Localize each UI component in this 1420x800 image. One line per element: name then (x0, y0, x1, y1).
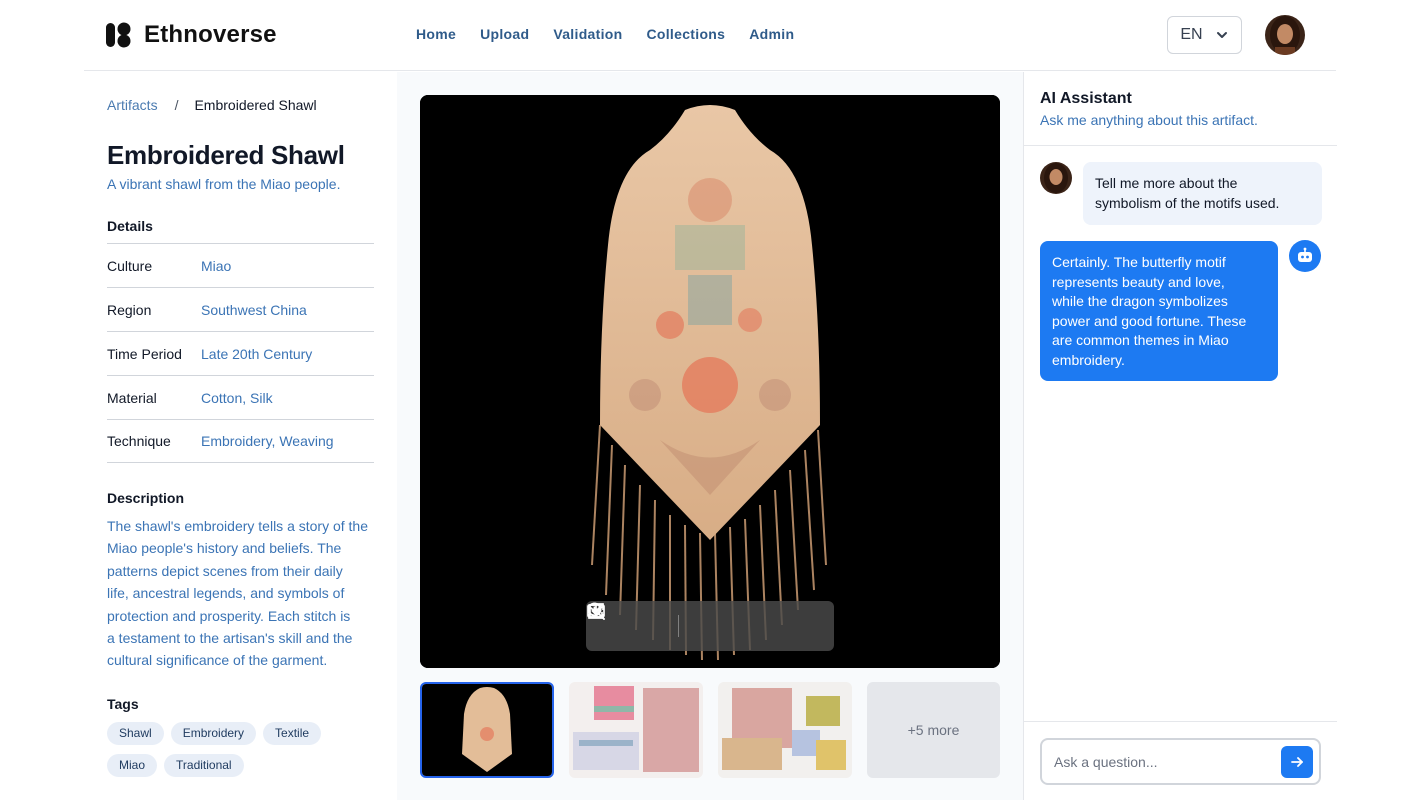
toolbar-divider (678, 615, 679, 637)
detail-label: Region (107, 301, 152, 318)
description-line: protection and prosperity. Each stitch i… (107, 607, 351, 624)
message-line: power and good fortune. These (1052, 312, 1247, 329)
details-heading: Details (107, 218, 153, 234)
description-line: The shawl's embroidery tells a story of … (107, 518, 369, 534)
thumbnail-strip: +5 more (420, 682, 1000, 778)
thumbnail-2[interactable] (569, 682, 703, 778)
mail-icon[interactable] (587, 604, 712, 637)
nav-admin[interactable]: Admin (749, 26, 794, 42)
language-label: EN (1180, 26, 1203, 43)
download-icon[interactable] (588, 604, 755, 637)
detail-row-material: Material Cotton, Silk (107, 375, 374, 419)
send-button[interactable] (1281, 746, 1313, 778)
artifact-details-panel: Artifacts / Embroidered Shawl Embroidere… (84, 72, 396, 800)
breadcrumb-current: Embroidered Shawl (194, 97, 317, 113)
breadcrumb: Artifacts / Embroidered Shawl (107, 97, 317, 113)
breadcrumb-separator: / (174, 97, 179, 113)
detail-label: Time Period (107, 345, 182, 362)
nav-validation[interactable]: Validation (553, 26, 622, 42)
main-nav: Home Upload Validation Collections Admin (416, 26, 794, 42)
chat-input-container (1040, 738, 1321, 785)
message-line: are common themes in Miao (1052, 332, 1229, 348)
nav-upload[interactable]: Upload (480, 26, 529, 42)
description-text: The shawl's embroidery tells a story of … (107, 515, 377, 672)
assistant-message-bubble: Certainly. The butterfly motif represent… (1040, 241, 1278, 381)
chat-subtitle: Ask me anything about this artifact. (1040, 112, 1258, 128)
page-subtitle: A vibrant shawl from the Miao people. (107, 176, 341, 192)
tag-shawl[interactable]: Shawl (107, 722, 164, 745)
description-heading: Description (107, 490, 185, 506)
bot-icon (1289, 240, 1321, 272)
detail-label: Material (107, 389, 157, 406)
message-line: represents beauty and love, (1052, 273, 1225, 290)
message-line: embroidery. (1052, 351, 1125, 368)
main-image-viewer[interactable] (420, 95, 1000, 668)
detail-value[interactable]: Cotton, Silk (201, 390, 273, 406)
message-line: while the dragon symbolizes (1052, 293, 1228, 309)
external-link-icon[interactable] (589, 603, 798, 637)
detail-row-technique: Technique Embroidery, Weaving (107, 419, 374, 463)
arrow-right-icon (1291, 757, 1303, 767)
chevron-down-icon (1216, 32, 1227, 38)
detail-row-culture: Culture Miao (107, 243, 374, 287)
message-line: Tell me more about the (1095, 175, 1238, 191)
tag-miao[interactable]: Miao (107, 754, 158, 777)
tag-embroidery[interactable]: Embroidery (170, 722, 257, 745)
image-toolbar (586, 601, 834, 651)
chat-input[interactable] (1054, 750, 1269, 774)
language-selector[interactable]: EN (1167, 16, 1242, 54)
chat-header: AI Assistant Ask me anything about this … (1024, 72, 1337, 146)
app-name: Ethnoverse (144, 21, 277, 48)
description-line: Miao people's history and beliefs. The (107, 540, 342, 557)
user-avatar[interactable] (1265, 15, 1305, 55)
tags-heading: Tags (107, 696, 139, 712)
thumbnail-3[interactable] (718, 682, 852, 778)
chat-footer (1024, 721, 1337, 800)
detail-value[interactable]: Embroidery, Weaving (201, 433, 334, 449)
details-table: Culture Miao Region Southwest China Time… (107, 243, 374, 463)
description-line: life, ancestral legends, and symbols of (107, 585, 345, 602)
avatar-image (1265, 15, 1305, 55)
thumbnail-1[interactable] (420, 682, 554, 778)
page-title: Embroidered Shawl (107, 140, 345, 170)
zoom-out-icon[interactable] (587, 602, 666, 637)
chat-title: AI Assistant (1040, 90, 1132, 107)
detail-value[interactable]: Miao (201, 258, 231, 274)
app-logo[interactable]: Ethnoverse (106, 21, 277, 49)
ai-assistant-panel: AI Assistant Ask me anything about this … (1023, 72, 1337, 800)
detail-label: Culture (107, 257, 153, 274)
breadcrumb-artifacts-link[interactable]: Artifacts (107, 97, 158, 113)
tag-traditional[interactable]: Traditional (164, 754, 244, 777)
tag-textile[interactable]: Textile (263, 722, 322, 745)
detail-row-time-period: Time Period Late 20th Century (107, 331, 374, 375)
message-line: Certainly. The butterfly motif (1052, 254, 1226, 270)
user-message-bubble: Tell me more about the symbolism of the … (1083, 162, 1322, 225)
detail-value[interactable]: Late 20th Century (201, 346, 312, 362)
detail-label: Technique (107, 433, 171, 449)
more-images-label: +5 more (907, 722, 960, 738)
shawl-image (420, 95, 1000, 668)
nav-home[interactable]: Home (416, 26, 456, 42)
detail-value[interactable]: Southwest China (201, 302, 307, 318)
user-message-avatar (1040, 162, 1072, 194)
detail-row-region: Region Southwest China (107, 287, 374, 331)
description-line: a testament to the artisan's skill and t… (107, 630, 353, 647)
description-line: patterns depict scenes from their daily (107, 562, 343, 579)
more-images-button[interactable]: +5 more (867, 682, 1000, 778)
top-navigation-bar: Ethnoverse Home Upload Validation Collec… (84, 0, 1336, 71)
message-line: symbolism of the motifs used. (1095, 194, 1280, 211)
tag-list: Shawl Embroidery Textile Miao Traditiona… (107, 722, 377, 777)
description-line: cultural significance of the garment. (107, 652, 328, 669)
artifact-viewer-area: +5 more (397, 72, 1023, 800)
logo-icon (106, 22, 131, 48)
nav-collections[interactable]: Collections (646, 26, 725, 42)
